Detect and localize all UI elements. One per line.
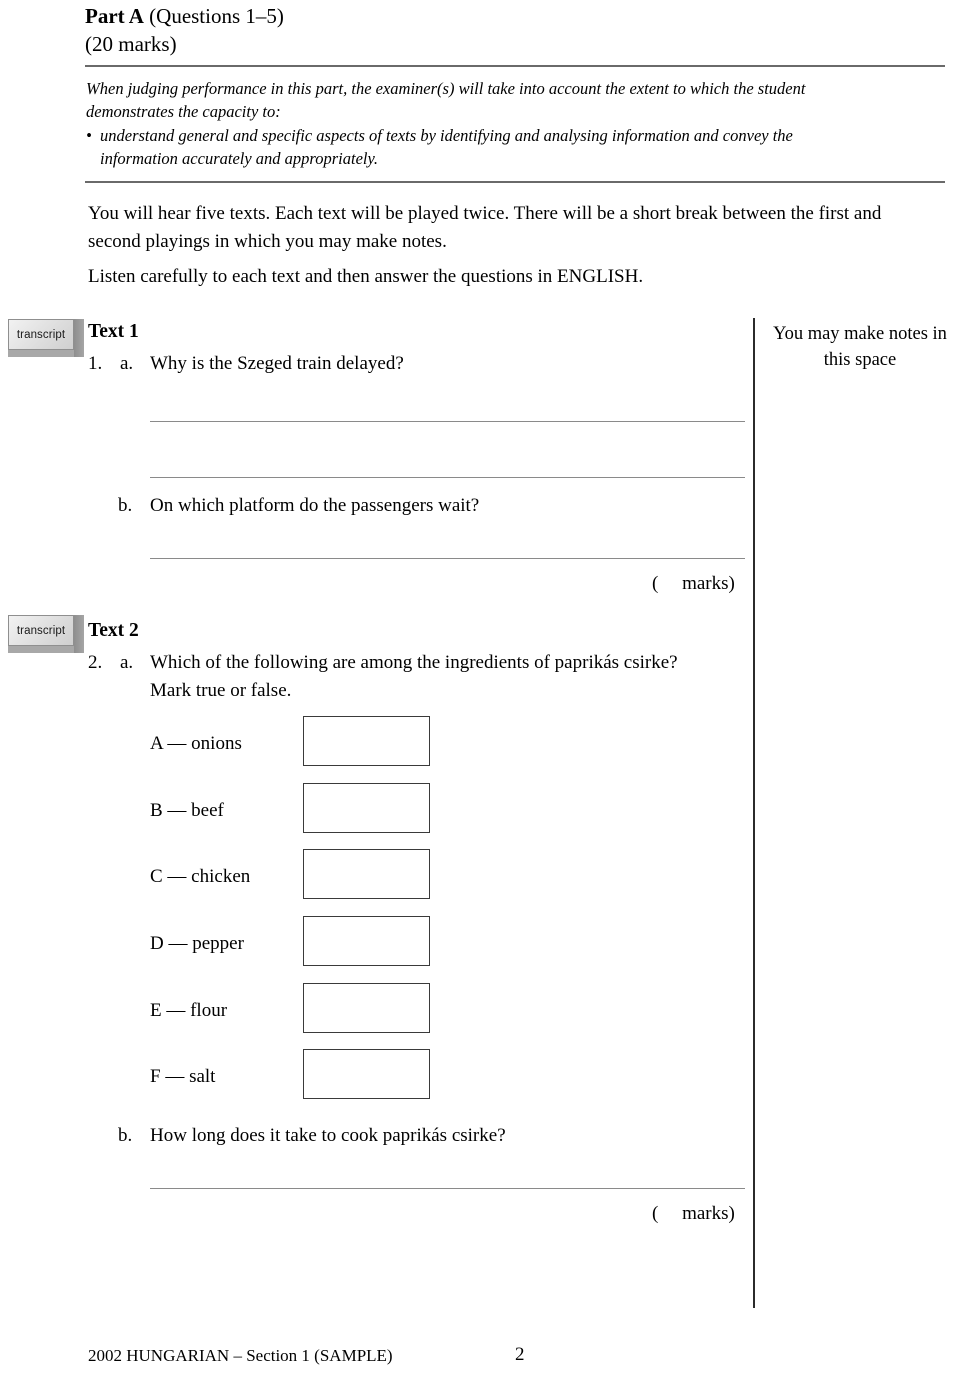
answer-line-1a-2[interactable] <box>150 477 745 478</box>
question-2a-text-line-1: Which of the following are among the ing… <box>150 652 678 673</box>
notes-column-divider <box>753 318 755 1308</box>
text1-heading: Text 1 <box>88 321 139 342</box>
exam-page: Part A (Questions 1–5) (20 marks) When j… <box>0 0 960 1373</box>
criteria-bullet: • understand general and specific aspect… <box>86 125 946 170</box>
option-label-a: A — onions <box>150 733 242 754</box>
option-label-d: D — pepper <box>150 933 244 954</box>
option-label-f: F — salt <box>150 1066 216 1087</box>
divider-rule-top <box>85 65 945 67</box>
option-box-e[interactable] <box>303 983 430 1033</box>
option-label-b: B — beef <box>150 800 224 821</box>
answer-line-2b-1[interactable] <box>150 1188 745 1189</box>
instruction-paragraph-1: You will hear five texts. Each text will… <box>88 200 950 256</box>
footer-page-number: 2 <box>515 1344 525 1365</box>
question-1a-letter: a. <box>120 353 134 374</box>
criteria-bullet-line-2: information accurately and appropriately… <box>100 148 379 168</box>
option-label-c: C — chicken <box>150 866 251 887</box>
text2-heading: Text 2 <box>88 620 139 641</box>
question-number-1: 1. <box>88 353 103 374</box>
marks-label-q2: ( marks) <box>652 1203 735 1224</box>
transcript-badge-face: transcript <box>8 615 74 646</box>
footer-reference: 2002 HUNGARIAN – Section 1 (SAMPLE) <box>88 1346 393 1365</box>
criteria-bullet-line-1: understand general and specific aspects … <box>100 126 793 145</box>
transcript-badge-face: transcript <box>8 319 74 350</box>
instruction-p1-line-2: second playings in which you may make no… <box>88 231 447 252</box>
question-1b-letter: b. <box>118 495 133 516</box>
page-title: Part A (Questions 1–5) <box>85 2 284 30</box>
transcript-badge-text2[interactable]: transcript <box>8 613 84 653</box>
part-title-bold: Part A <box>85 4 144 28</box>
part-marks-label: (20 marks) <box>85 32 177 56</box>
transcript-badge-corner <box>8 646 74 653</box>
transcript-badge-label: transcript <box>16 624 66 637</box>
bullet-point-icon: • <box>86 126 92 145</box>
question-number-2: 2. <box>88 652 103 673</box>
notes-label-line-2: this space <box>823 350 897 370</box>
part-title-rest: (Questions 1–5) <box>143 4 284 28</box>
divider-rule-bottom <box>85 181 945 183</box>
transcript-badge-corner <box>8 350 74 357</box>
question-1a-text: Why is the Szeged train delayed? <box>150 353 404 374</box>
answer-line-1a-1[interactable] <box>150 421 745 422</box>
marks-label-q1: ( marks) <box>652 573 735 594</box>
assessment-criteria: When judging performance in this part, t… <box>86 78 946 170</box>
option-box-c[interactable] <box>303 849 430 899</box>
question-2b-letter: b. <box>118 1125 133 1146</box>
transcript-badge-text1[interactable]: transcript <box>8 317 84 357</box>
transcript-badge-side <box>74 319 84 357</box>
criteria-intro-line-1: When judging performance in this part, t… <box>86 79 806 98</box>
answer-line-1b-1[interactable] <box>150 558 745 559</box>
option-box-b[interactable] <box>303 783 430 833</box>
instruction-paragraph-2: Listen carefully to each text and then a… <box>88 266 644 287</box>
question-2a-letter: a. <box>120 652 134 673</box>
notes-label-line-1: You may make notes in <box>773 324 947 344</box>
option-box-f[interactable] <box>303 1049 430 1099</box>
question-1b-text: On which platform do the passengers wait… <box>150 495 480 516</box>
notes-column-label: You may make notes in this space <box>765 321 955 373</box>
option-box-d[interactable] <box>303 916 430 966</box>
question-2b-text: How long does it take to cook paprikás c… <box>150 1125 506 1146</box>
option-label-e: E — flour <box>150 1000 228 1021</box>
question-2a-text-line-2: Mark true or false. <box>150 680 292 701</box>
transcript-badge-label: transcript <box>16 328 66 341</box>
option-box-a[interactable] <box>303 716 430 766</box>
instruction-p1-line-1: You will hear five texts. Each text will… <box>88 203 882 224</box>
transcript-badge-side <box>74 615 84 653</box>
criteria-intro-line-2: demonstrates the capacity to: <box>86 101 281 121</box>
